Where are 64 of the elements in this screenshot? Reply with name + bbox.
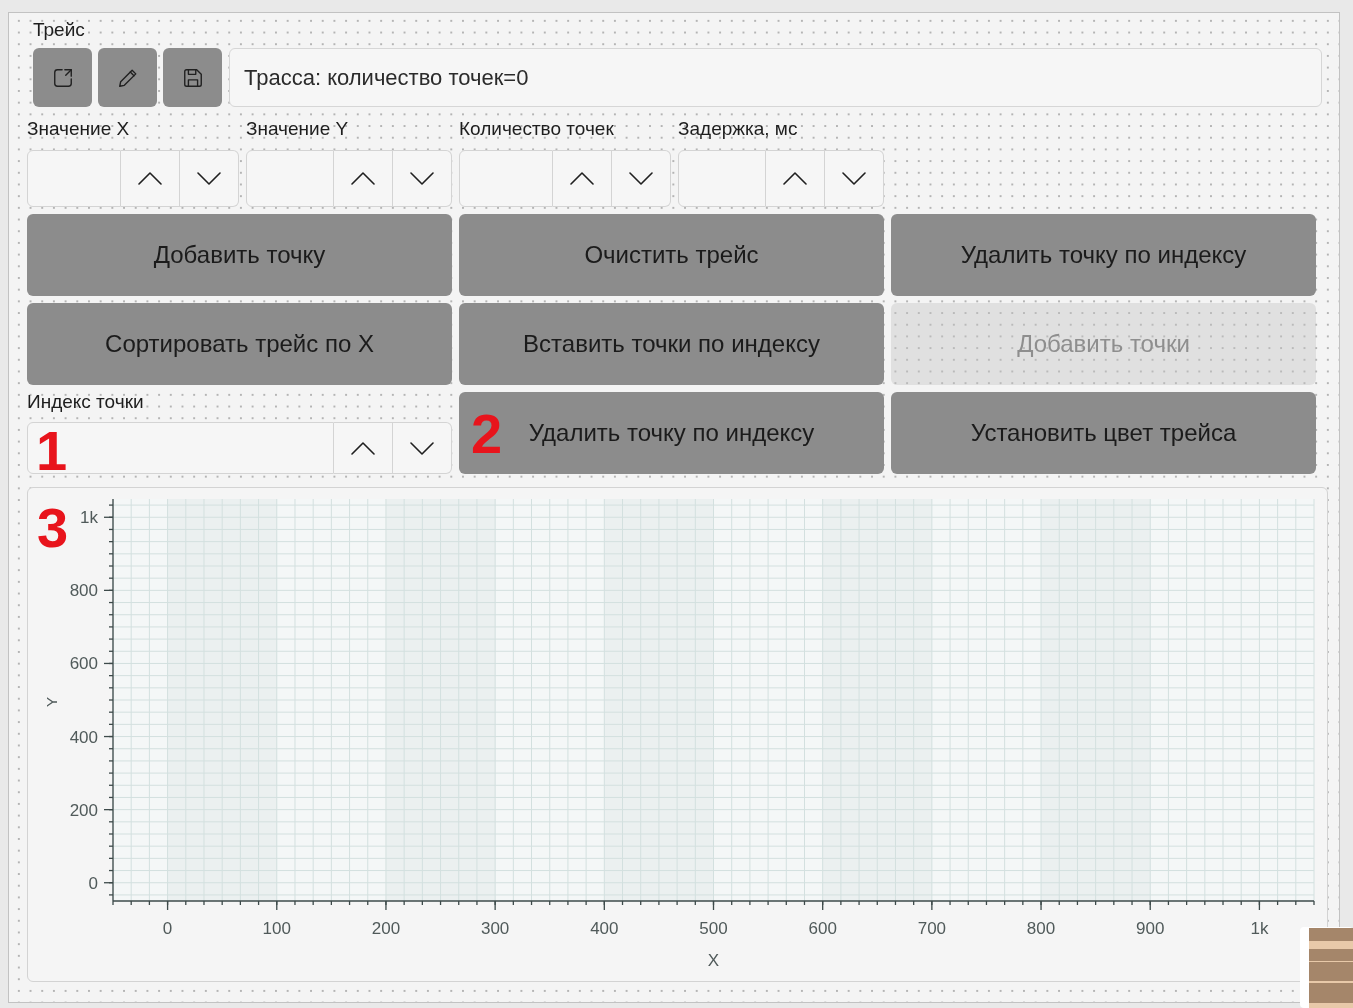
number-field[interactable]	[459, 150, 553, 207]
spin-down-button[interactable]	[825, 150, 884, 207]
chevron-down-icon	[410, 172, 434, 185]
spin-up-button[interactable]	[766, 150, 825, 207]
tick-label: 500	[699, 919, 728, 938]
number-field[interactable]	[246, 150, 334, 207]
axis-title: Y	[43, 697, 60, 707]
annotation-number: 2	[471, 406, 503, 462]
toolbar-button[interactable]	[163, 48, 222, 107]
number-field[interactable]	[27, 422, 334, 474]
chevron-down-icon	[842, 172, 866, 185]
number-field[interactable]	[27, 150, 121, 207]
info-field[interactable]: Трасса: количество точек=0	[229, 48, 1322, 107]
chevron-up-icon	[138, 172, 162, 185]
chevron-down-icon	[629, 172, 653, 185]
toolbar-button[interactable]	[98, 48, 157, 107]
tick-label: 400	[69, 727, 98, 747]
spin-down-button[interactable]	[393, 422, 452, 474]
tick-label: 100	[262, 919, 291, 938]
tick-label: 700	[917, 919, 947, 938]
field-label: Значение Y	[246, 117, 349, 141]
action-button[interactable]: Добавить точку	[27, 214, 452, 296]
spin-down-button[interactable]	[612, 150, 671, 207]
action-button[interactable]: Сортировать трейс по X	[27, 303, 452, 385]
box-arrow-icon	[51, 66, 74, 89]
field-label: Задержка, мс	[678, 117, 798, 141]
chevron-up-icon	[570, 172, 594, 185]
action-button[interactable]: Вставить точки по индексу	[459, 303, 884, 385]
toolbar-button[interactable]	[33, 48, 92, 107]
action-button[interactable]: Очистить трейс	[459, 214, 884, 296]
tick-label: 0	[88, 873, 98, 893]
tick-label: 0	[162, 919, 173, 938]
tick-label: 1k	[1250, 919, 1269, 938]
axis-title: X	[707, 951, 720, 970]
annotation-number: 1	[36, 423, 68, 479]
spin-up-button[interactable]	[121, 150, 180, 207]
action-button[interactable]: Установить цвет трейса	[891, 392, 1316, 474]
chevron-up-icon	[351, 441, 375, 455]
action-button[interactable]: Удалить точку по индексу	[891, 214, 1316, 296]
annotation-number: 3	[37, 500, 69, 556]
tick-label: 600	[69, 654, 98, 674]
spin-down-button[interactable]	[180, 150, 239, 207]
tick-label: 800	[69, 581, 98, 601]
tick-label: 200	[69, 800, 98, 820]
field-label: Количество точек	[459, 117, 614, 141]
spin-up-button[interactable]	[334, 150, 393, 207]
field-label: Индекс точки	[27, 390, 144, 414]
chevron-down-icon	[410, 441, 434, 455]
chevron-up-icon	[783, 172, 807, 185]
tick-label: 400	[590, 919, 619, 938]
tick-label: 800	[1026, 919, 1056, 938]
tick-label: 300	[480, 919, 510, 938]
tick-label: 200	[371, 919, 401, 938]
field-label: Значение X	[27, 117, 130, 141]
chevron-up-icon	[351, 172, 375, 185]
group-title: Трейс	[33, 18, 85, 42]
number-field[interactable]	[678, 150, 766, 207]
tick-label: 900	[1136, 919, 1165, 938]
spin-up-button[interactable]	[334, 422, 393, 474]
chevron-down-icon	[197, 172, 221, 185]
spin-up-button[interactable]	[553, 150, 612, 207]
spin-down-button[interactable]	[393, 150, 452, 207]
tick-label: 600	[808, 919, 837, 938]
tick-label: 1k	[80, 508, 98, 528]
